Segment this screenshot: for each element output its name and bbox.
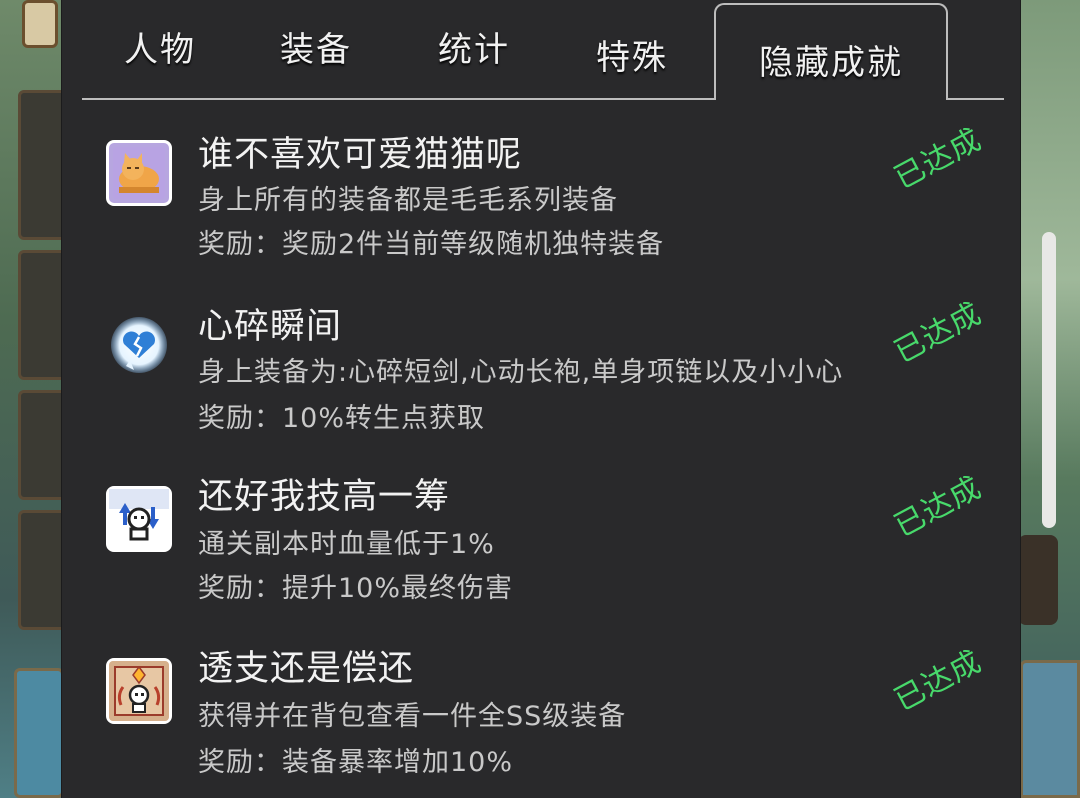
achievement-description: 获得并在背包查看一件全SS级装备 xyxy=(198,701,627,732)
tab-special[interactable]: 特殊 xyxy=(596,30,668,79)
achieved-status: 已达成 xyxy=(888,469,988,545)
achieved-status: 已达成 xyxy=(888,295,988,371)
achievement-reward: 奖励：奖励2件当前等级随机独特装备 xyxy=(198,229,665,260)
background-tile xyxy=(1020,660,1080,798)
tab-bar: 人物 装备 统计 特殊 隐藏成就 xyxy=(82,0,1004,100)
achievement-description: 通关副本时血量低于1% xyxy=(198,529,495,560)
tab-equipment[interactable]: 装备 xyxy=(280,22,352,71)
tab-character[interactable]: 人物 xyxy=(124,22,196,71)
achievement-item[interactable]: 心碎瞬间 身上装备为:心碎短剑,心动长袍,单身项链以及小小心 奖励：10%转生点… xyxy=(82,274,1002,444)
achievement-title: 谁不喜欢可爱猫猫呢 xyxy=(198,135,523,175)
achievement-title: 还好我技高一筹 xyxy=(198,477,451,517)
achievement-item[interactable]: 透支还是偿还 获得并在背包查看一件全SS级装备 奖励：装备暴率增加10% 已达成 xyxy=(82,640,1002,798)
achievement-item[interactable]: 还好我技高一筹 通关副本时血量低于1% 奖励：提升10%最终伤害 已达成 xyxy=(82,466,1002,636)
achievement-title: 透支还是偿还 xyxy=(198,649,415,689)
achievement-reward: 奖励：提升10%最终伤害 xyxy=(198,573,514,604)
tab-statistics[interactable]: 统计 xyxy=(438,22,510,71)
background-tile xyxy=(18,250,68,380)
achieved-status: 已达成 xyxy=(888,121,988,197)
cat-icon xyxy=(106,140,172,206)
tab-hidden-achievements[interactable]: 隐藏成就 xyxy=(714,3,948,100)
achievement-title: 心碎瞬间 xyxy=(198,307,343,347)
scrollbar[interactable] xyxy=(1042,232,1056,528)
achievement-reward: 奖励：10%转生点获取 xyxy=(198,403,486,434)
broken-heart-icon xyxy=(104,312,174,382)
background-tile xyxy=(18,390,68,500)
background-badge xyxy=(22,0,58,48)
background-tile xyxy=(14,668,64,798)
background-tile xyxy=(18,90,68,240)
game-screen: 人物 装备 统计 特殊 隐藏成就 谁不喜欢可爱猫猫呢 身上所有的装备都是毛毛系列… xyxy=(0,0,1080,798)
achievement-item[interactable]: 谁不喜欢可爱猫猫呢 身上所有的装备都是毛毛系列装备 奖励：奖励2件当前等级随机独… xyxy=(82,100,1002,270)
background-tile xyxy=(18,510,68,630)
background-bar xyxy=(1018,535,1058,625)
background-left xyxy=(0,0,68,798)
achievement-list: 谁不喜欢可爱猫猫呢 身上所有的装备都是毛毛系列装备 奖励：奖励2件当前等级随机独… xyxy=(82,100,1022,798)
achieved-status: 已达成 xyxy=(888,643,988,719)
achievement-reward: 奖励：装备暴率增加10% xyxy=(198,747,514,778)
achievement-description: 身上所有的装备都是毛毛系列装备 xyxy=(198,185,618,216)
skull-arrows-icon xyxy=(106,486,172,552)
skull-badge-icon xyxy=(106,658,172,724)
achievement-description: 身上装备为:心碎短剑,心动长袍,单身项链以及小小心 xyxy=(198,357,844,388)
